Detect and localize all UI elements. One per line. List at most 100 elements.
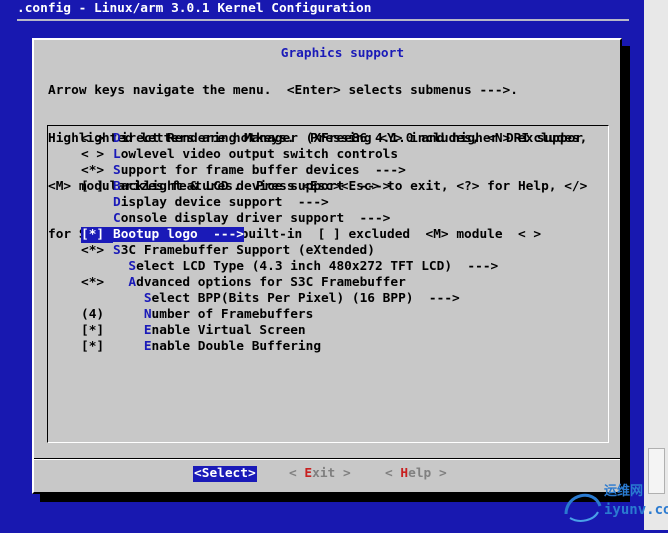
menu-item-label: S3C Framebuffer Support (eXtended) — [113, 243, 375, 259]
menu-item-state[interactable] — [81, 211, 113, 227]
dialog-shadow-right — [622, 46, 630, 502]
watermark: 运维网 iyunv.com — [560, 484, 668, 528]
menu-item[interactable]: [*] Enable Virtual Screen — [81, 323, 608, 339]
menu-item-text: umber of Framebuffers — [151, 307, 314, 322]
menu-item-highlight: Bootup logo ---> — [113, 227, 244, 242]
menu-item-label: Number of Framebuffers — [113, 307, 314, 323]
menu-item[interactable]: <*> Support for frame buffer devices ---> — [81, 163, 608, 179]
menu-item-text: isplay device support ---> — [120, 195, 329, 210]
menu-item-hotkey: S — [128, 259, 137, 274]
menu-item-hotkey: E — [143, 323, 152, 338]
menu-item-hotkey: S — [113, 243, 121, 258]
exit-button-label: xit — [312, 466, 336, 481]
menu-item-state[interactable] — [81, 195, 113, 211]
menu-item[interactable]: Console display driver support ---> — [81, 211, 608, 227]
menu-item-indent — [113, 291, 144, 306]
vertical-scrollbar[interactable] — [644, 0, 668, 530]
menu-item[interactable]: Display device support ---> — [81, 195, 608, 211]
menu-item-state[interactable] — [81, 259, 113, 275]
select-button[interactable]: <Select> — [193, 466, 257, 482]
help-button[interactable]: < Help > — [384, 466, 448, 482]
help-line: Arrow keys navigate the menu. <Enter> se… — [48, 83, 518, 98]
menu-item-text: nable Double Buffering — [151, 339, 322, 354]
menu-list-box: < > Direct Rendering Manager (XFree86 4.1… — [47, 125, 609, 443]
menu-item-text: nable Virtual Screen — [151, 323, 306, 338]
exit-button-open: < — [289, 466, 305, 481]
menu-item-state[interactable]: (4) — [81, 307, 113, 323]
menu-item[interactable]: [*] Bootup logo ---> — [81, 227, 608, 243]
menu-item-label: Direct Rendering Manager (XFree86 4.1.0 … — [113, 131, 583, 147]
menu-item-hotkey: C — [113, 211, 121, 226]
menu-item-label: Display device support ---> — [113, 195, 329, 211]
menu-item-text: elect LCD Type (4.3 inch 480x272 TFT LCD… — [136, 259, 499, 274]
button-divider — [34, 458, 620, 460]
menu-item[interactable]: Select BPP(Bits Per Pixel) (16 BPP) ---> — [81, 291, 608, 307]
menu-item-text: 3C Framebuffer Support (eXtended) — [120, 243, 375, 258]
watermark-logo-icon — [564, 493, 602, 522]
menu-item-label: Select LCD Type (4.3 inch 480x272 TFT LC… — [113, 259, 498, 275]
menu-item-text: irect Rendering Manager (XFree86 4.1.0 a… — [120, 131, 583, 146]
menu-item-state[interactable]: <*> — [81, 275, 113, 291]
menu-item[interactable]: [ ] Backlight & LCD device support ---> — [81, 179, 608, 195]
menu-item-state[interactable] — [81, 291, 113, 307]
menu-item-hotkey: A — [128, 275, 137, 290]
menu-item-hotkey: B — [113, 179, 121, 194]
title-divider — [17, 19, 629, 21]
menu-item-hotkey: L — [113, 147, 121, 162]
menu-item-state[interactable]: < > — [81, 131, 113, 147]
help-button-open: < — [385, 466, 401, 481]
exit-button-close: > — [335, 466, 351, 481]
select-button-close: > — [247, 466, 256, 481]
menu-item-hotkey: D — [113, 195, 121, 210]
menu-item[interactable]: (4) Number of Framebuffers — [81, 307, 608, 323]
menu-item-text: upport for frame buffer devices ---> — [120, 163, 406, 178]
menu-item-state[interactable]: [*] — [81, 227, 113, 243]
menu-item-label: Backlight & LCD device support ---> — [113, 179, 390, 195]
menu-item[interactable]: <*> Advanced options for S3C Framebuffer — [81, 275, 608, 291]
menu-item-label: Support for frame buffer devices ---> — [113, 163, 406, 179]
select-button-open: < — [194, 466, 202, 481]
menu-item[interactable]: Select LCD Type (4.3 inch 480x272 TFT LC… — [81, 259, 608, 275]
menu-item-state[interactable]: [*] — [81, 323, 113, 339]
menu-item-text: owlevel video output switch controls — [120, 147, 399, 162]
menu-item-state[interactable]: [*] — [81, 339, 113, 355]
menu-item-state[interactable]: <*> — [81, 243, 113, 259]
menu-item-text: onsole display driver support ---> — [120, 211, 391, 226]
menu-item-state[interactable]: < > — [81, 147, 113, 163]
menu-item[interactable]: <*> S3C Framebuffer Support (eXtended) — [81, 243, 608, 259]
exit-button-hotkey: E — [304, 466, 313, 481]
menu-item[interactable]: < > Direct Rendering Manager (XFree86 4.1… — [81, 131, 608, 147]
help-button-hotkey: H — [400, 466, 409, 481]
menu-item-hotkey: S — [143, 291, 152, 306]
menu-item-state[interactable]: [ ] — [81, 179, 113, 195]
menu-item[interactable]: [*] Enable Double Buffering — [81, 339, 608, 355]
menu-item-indent — [113, 323, 144, 338]
menu-item-hotkey: S — [113, 163, 121, 178]
menu-item-label: Console display driver support ---> — [113, 211, 390, 227]
menu-item-hotkey: E — [143, 339, 152, 354]
menu-item-hotkey: N — [143, 307, 152, 322]
menu-item[interactable]: < > Lowlevel video output switch controls — [81, 147, 608, 163]
menu-item-hotkey: D — [113, 131, 121, 146]
help-button-label: elp — [408, 466, 432, 481]
button-bar: <Select> < Exit > < Help > — [34, 466, 620, 484]
menu-item-label: Enable Double Buffering — [113, 339, 321, 355]
menu-item-state[interactable]: <*> — [81, 163, 113, 179]
menu-item-indent — [113, 259, 128, 274]
menu-item-indent — [113, 339, 144, 354]
menu-item-hotkey: B — [113, 227, 121, 242]
menu-item-indent — [113, 307, 144, 322]
watermark-text-url: iyunv.com — [604, 502, 668, 518]
watermark-text-cn: 运维网 — [604, 484, 644, 499]
menu-item-label: Lowlevel video output switch controls — [113, 147, 398, 163]
menu-item-text: dvanced options for S3C Framebuffer — [136, 275, 406, 290]
menu-item-label: Enable Virtual Screen — [113, 323, 306, 339]
menu-item-text: acklight & LCD device support ---> — [120, 179, 391, 194]
exit-button[interactable]: < Exit > — [288, 466, 352, 482]
help-button-close: > — [431, 466, 447, 481]
menu-item-label: Select BPP(Bits Per Pixel) (16 BPP) ---> — [113, 291, 460, 307]
menu-item-indent — [113, 275, 128, 290]
menu-items: < > Direct Rendering Manager (XFree86 4.1… — [81, 131, 608, 355]
menu-item-text: elect BPP(Bits Per Pixel) (16 BPP) ---> — [151, 291, 460, 306]
select-button-label: elect — [209, 466, 248, 481]
